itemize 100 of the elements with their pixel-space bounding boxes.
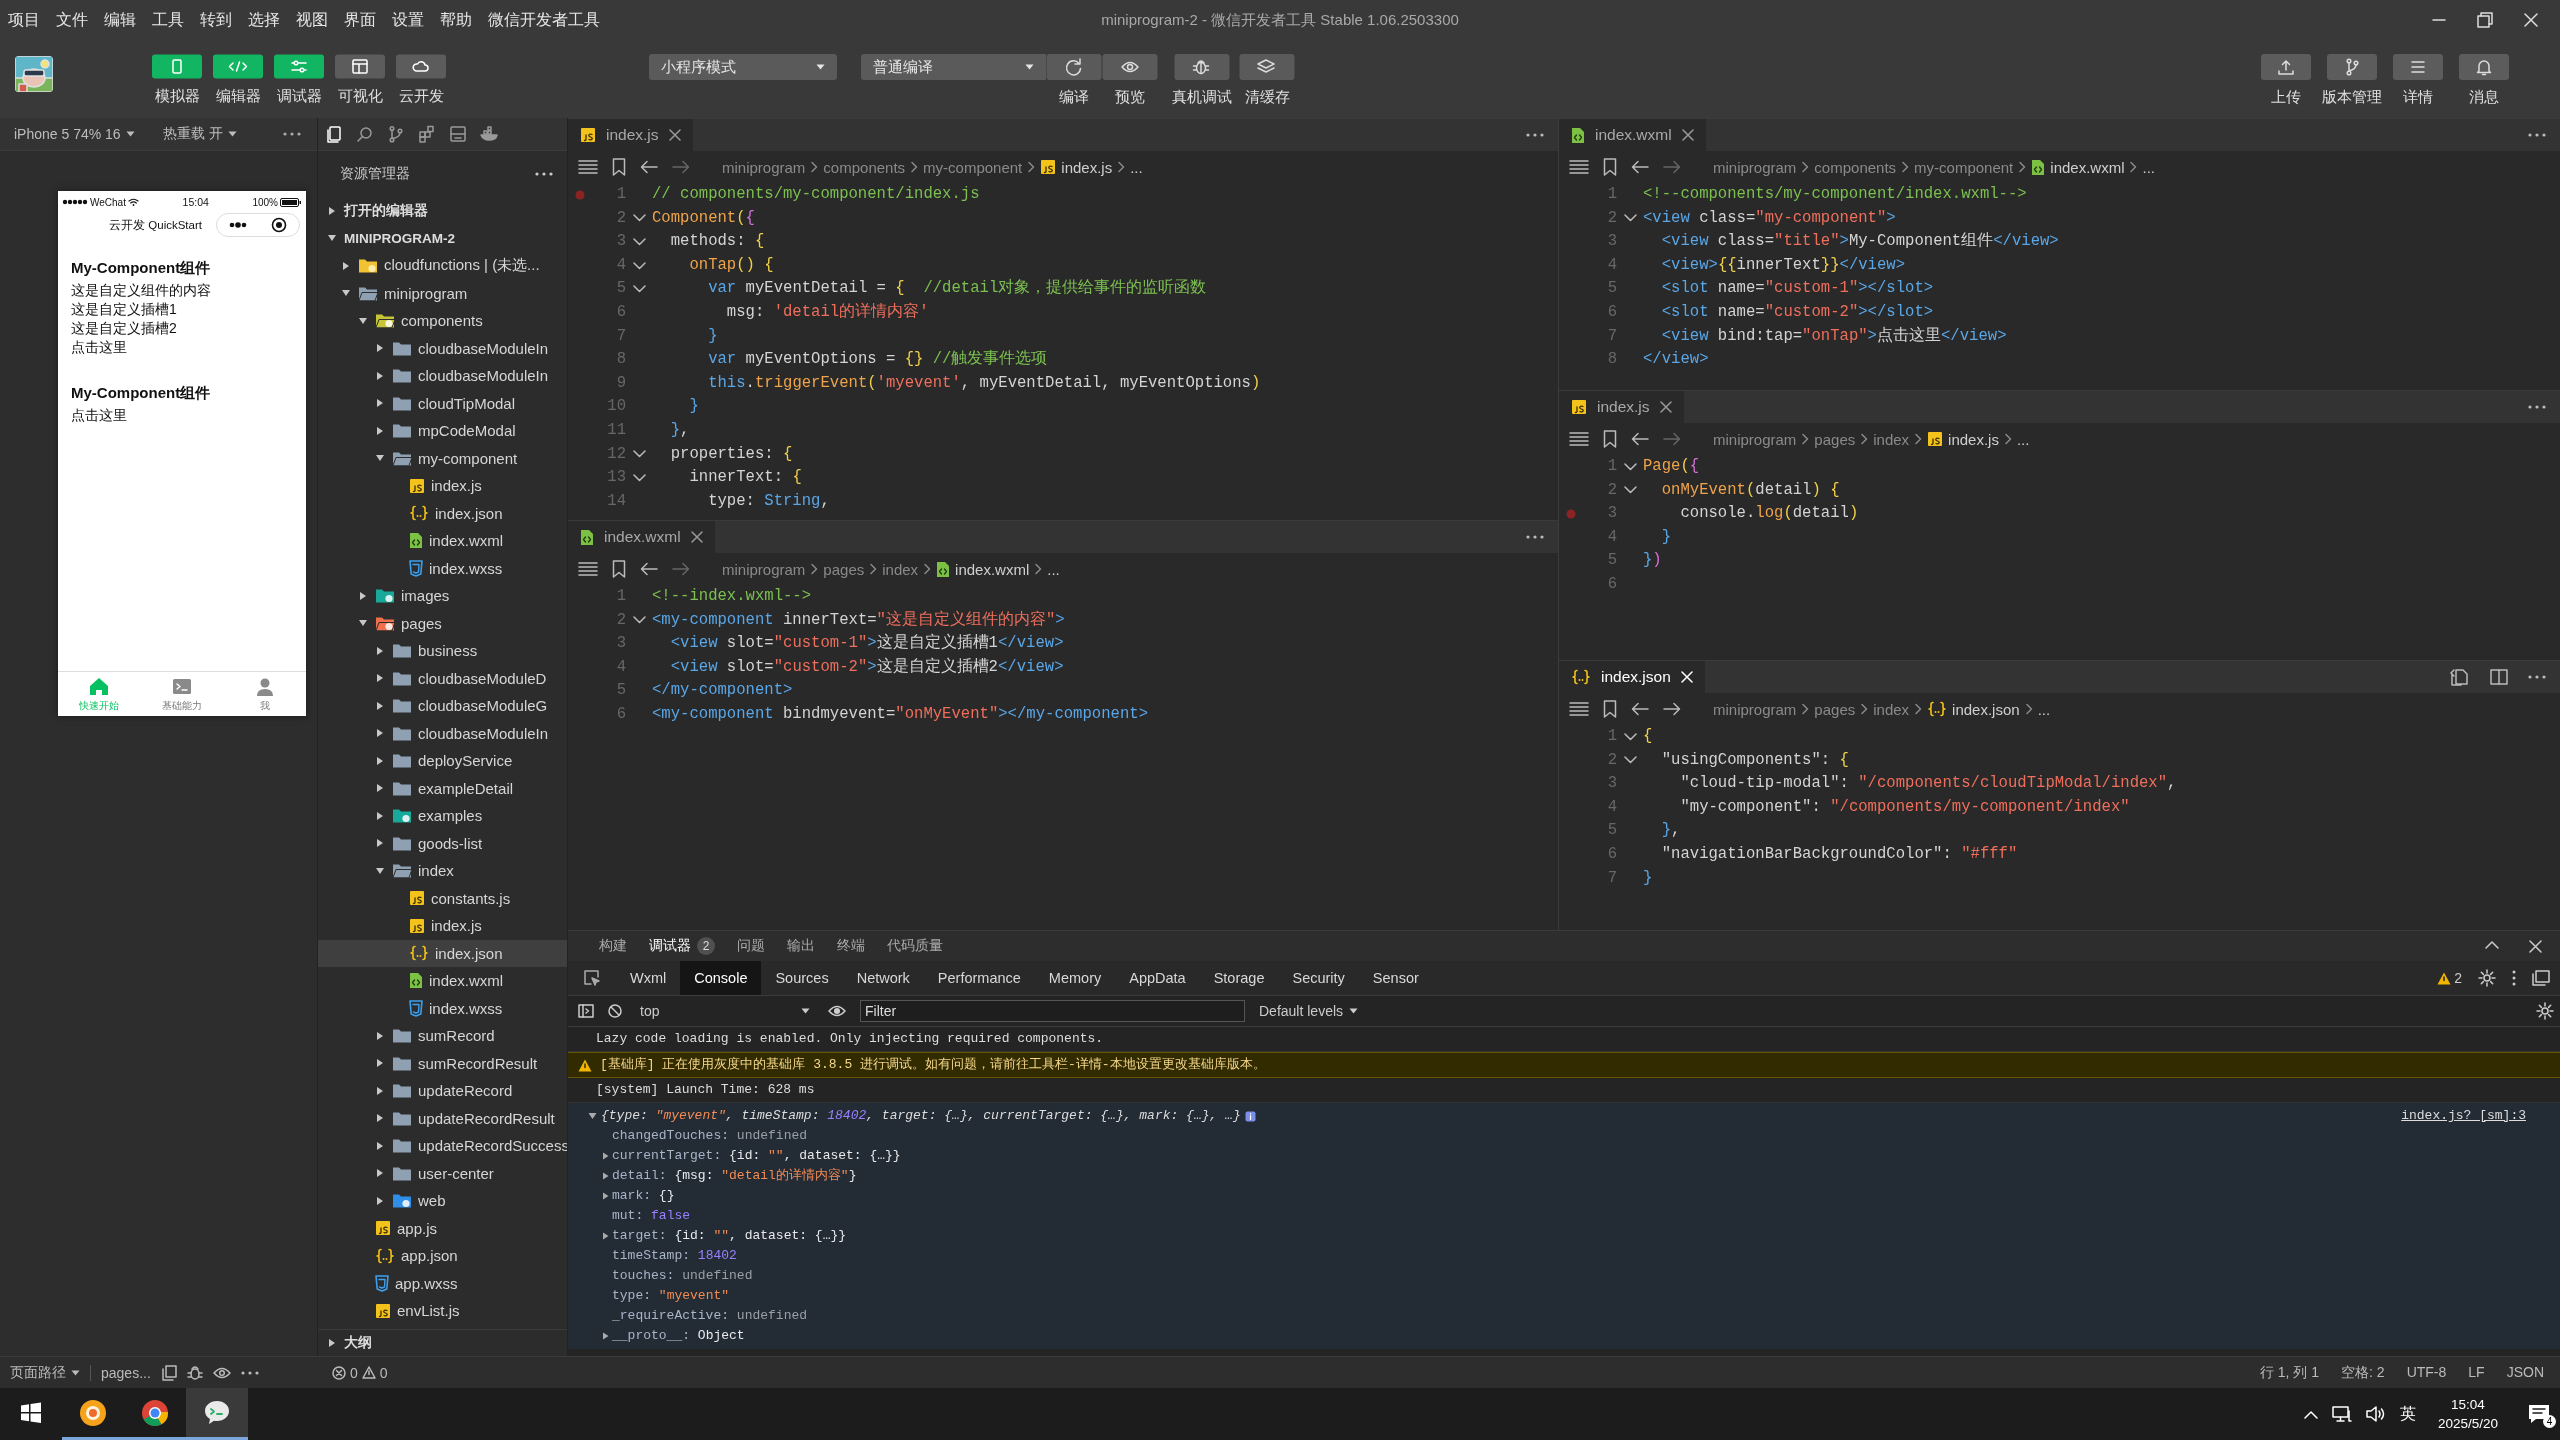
- breadcrumb-item[interactable]: pages: [823, 560, 865, 578]
- toolbar-button[interactable]: 预览: [1102, 54, 1158, 107]
- outline-icon[interactable]: [578, 160, 598, 174]
- file-item[interactable]: app.js: [318, 1214, 567, 1242]
- collapsed-arrow-icon[interactable]: [376, 1195, 384, 1206]
- folder-item[interactable]: exampleDetail: [318, 774, 567, 802]
- devtools-tab[interactable]: Wxml: [616, 961, 681, 995]
- fold-icon[interactable]: [632, 238, 646, 246]
- menu-item[interactable]: 界面: [336, 9, 384, 31]
- copy-icon[interactable]: [160, 1364, 177, 1381]
- folder-item[interactable]: examples: [318, 802, 567, 830]
- status-item[interactable]: 空格: 2: [2341, 1363, 2385, 1382]
- source-link[interactable]: index.js? [sm]:3: [2401, 1106, 2526, 1126]
- collapsed-arrow-icon[interactable]: [602, 1232, 609, 1240]
- breadcrumb-item[interactable]: ...: [1130, 158, 1143, 176]
- breadcrumb-item[interactable]: index: [882, 560, 919, 578]
- collapsed-arrow-icon[interactable]: [376, 1140, 384, 1151]
- file-item[interactable]: index.wxml: [318, 967, 567, 995]
- more-icon[interactable]: [1526, 133, 1544, 137]
- file-item[interactable]: index.wxss: [318, 554, 567, 582]
- panel-tab[interactable]: 构建: [590, 931, 636, 961]
- view-toggle-button[interactable]: 调试器: [271, 54, 327, 106]
- input-method-indicator[interactable]: 英: [2399, 1403, 2416, 1425]
- folder-item[interactable]: web: [318, 1187, 567, 1215]
- fold-icon[interactable]: [1623, 732, 1637, 741]
- breadcrumb-item[interactable]: components: [823, 158, 906, 176]
- file-item[interactable]: index.wxss: [318, 994, 567, 1022]
- panel-tab[interactable]: 代码质量: [878, 931, 952, 961]
- folder-item[interactable]: updateRecordResult: [318, 1104, 567, 1132]
- breadcrumb-item[interactable]: ...: [1047, 560, 1060, 578]
- outline-icon[interactable]: [1569, 432, 1589, 446]
- folder-item[interactable]: mpCodeModal: [318, 417, 567, 445]
- folder-item[interactable]: goods-list: [318, 829, 567, 857]
- back-icon[interactable]: [640, 160, 658, 174]
- back-icon[interactable]: [1631, 702, 1649, 716]
- folder-item[interactable]: cloudbaseModuleD: [318, 664, 567, 692]
- device-select[interactable]: iPhone 5 74% 16: [0, 126, 149, 142]
- collapsed-arrow-icon[interactable]: [376, 1058, 384, 1069]
- view-toggle-button[interactable]: 编辑器: [210, 54, 266, 106]
- panel-tab[interactable]: 输出: [778, 931, 824, 961]
- eye-icon[interactable]: [212, 1366, 231, 1379]
- info-icon[interactable]: [1244, 1110, 1256, 1122]
- breadcrumb-item[interactable]: index.js: [1061, 158, 1113, 176]
- outline-icon[interactable]: [1569, 160, 1589, 174]
- folder-item[interactable]: business: [318, 637, 567, 665]
- section-header[interactable]: MINIPROGRAM-2: [318, 224, 567, 252]
- menu-item[interactable]: 选择: [240, 9, 288, 31]
- expanded-arrow-icon[interactable]: [341, 289, 351, 298]
- context-select[interactable]: top: [636, 1003, 814, 1019]
- devtools-tab[interactable]: Performance: [923, 961, 1035, 995]
- speaker-icon[interactable]: [2365, 1406, 2386, 1422]
- problems-counter[interactable]: 0 0: [318, 1364, 568, 1381]
- collapsed-arrow-icon[interactable]: [328, 205, 336, 216]
- editor-tab[interactable]: index.js: [1559, 391, 1684, 423]
- split-editor-icon[interactable]: [2490, 669, 2508, 685]
- devtools-tab[interactable]: AppData: [1115, 961, 1200, 995]
- breadcrumb-item[interactable]: pages: [1814, 700, 1856, 718]
- bookmark-icon[interactable]: [612, 158, 626, 176]
- collapsed-arrow-icon[interactable]: [376, 838, 384, 849]
- bookmark-icon[interactable]: [1603, 700, 1617, 718]
- folder-item[interactable]: index: [318, 857, 567, 885]
- menu-item[interactable]: 文件: [48, 9, 96, 31]
- toolbar-button[interactable]: 上传: [2256, 54, 2316, 107]
- devtools-tab[interactable]: Sensor: [1358, 961, 1433, 995]
- status-item[interactable]: UTF-8: [2406, 1363, 2447, 1382]
- more-icon[interactable]: [2528, 675, 2546, 679]
- status-item[interactable]: JSON: [2506, 1363, 2544, 1382]
- bookmark-icon[interactable]: [612, 560, 626, 578]
- collapsed-arrow-icon[interactable]: [602, 1192, 609, 1200]
- fold-icon[interactable]: [632, 261, 646, 270]
- breadcrumb-item[interactable]: ...: [2016, 430, 2030, 448]
- folder-item[interactable]: sumRecordResult: [318, 1049, 567, 1077]
- breadcrumb-item[interactable]: pages: [1814, 430, 1856, 448]
- collapsed-arrow-icon[interactable]: [359, 590, 367, 601]
- panel-tab[interactable]: 调试器 2: [640, 931, 724, 961]
- fold-icon[interactable]: [632, 450, 646, 459]
- breadcrumb-item[interactable]: index: [1873, 430, 1910, 448]
- more-icon[interactable]: [1526, 535, 1544, 539]
- collapsed-arrow-icon[interactable]: [376, 1085, 384, 1096]
- outline-icon[interactable]: [578, 562, 598, 576]
- breadcrumb-item[interactable]: miniprogram: [1713, 700, 1797, 718]
- file-item[interactable]: index.json: [318, 499, 567, 527]
- expanded-arrow-icon[interactable]: [375, 454, 385, 463]
- view-toggle-button[interactable]: 模拟器: [149, 54, 205, 106]
- collapsed-arrow-icon[interactable]: [376, 810, 384, 821]
- more-icon[interactable]: [283, 132, 301, 136]
- sidebar-icon[interactable]: [578, 1004, 594, 1018]
- panel-tab[interactable]: 终端: [828, 931, 874, 961]
- collapsed-arrow-icon[interactable]: [376, 425, 384, 436]
- collapsed-arrow-icon[interactable]: [602, 1172, 609, 1180]
- fold-icon[interactable]: [632, 285, 646, 294]
- devtools-tab[interactable]: Memory: [1034, 961, 1116, 995]
- fold-icon[interactable]: [1623, 756, 1637, 765]
- page-path-select[interactable]: 页面路径: [10, 1363, 80, 1382]
- collapsed-arrow-icon[interactable]: [328, 1338, 336, 1348]
- dock-icon[interactable]: [2532, 970, 2550, 986]
- menu-item[interactable]: 帮助: [432, 9, 480, 31]
- breadcrumb-item[interactable]: index.wxml: [955, 560, 1030, 578]
- levels-select[interactable]: Default levels: [1259, 1003, 1359, 1019]
- folder-item[interactable]: sumRecord: [318, 1022, 567, 1050]
